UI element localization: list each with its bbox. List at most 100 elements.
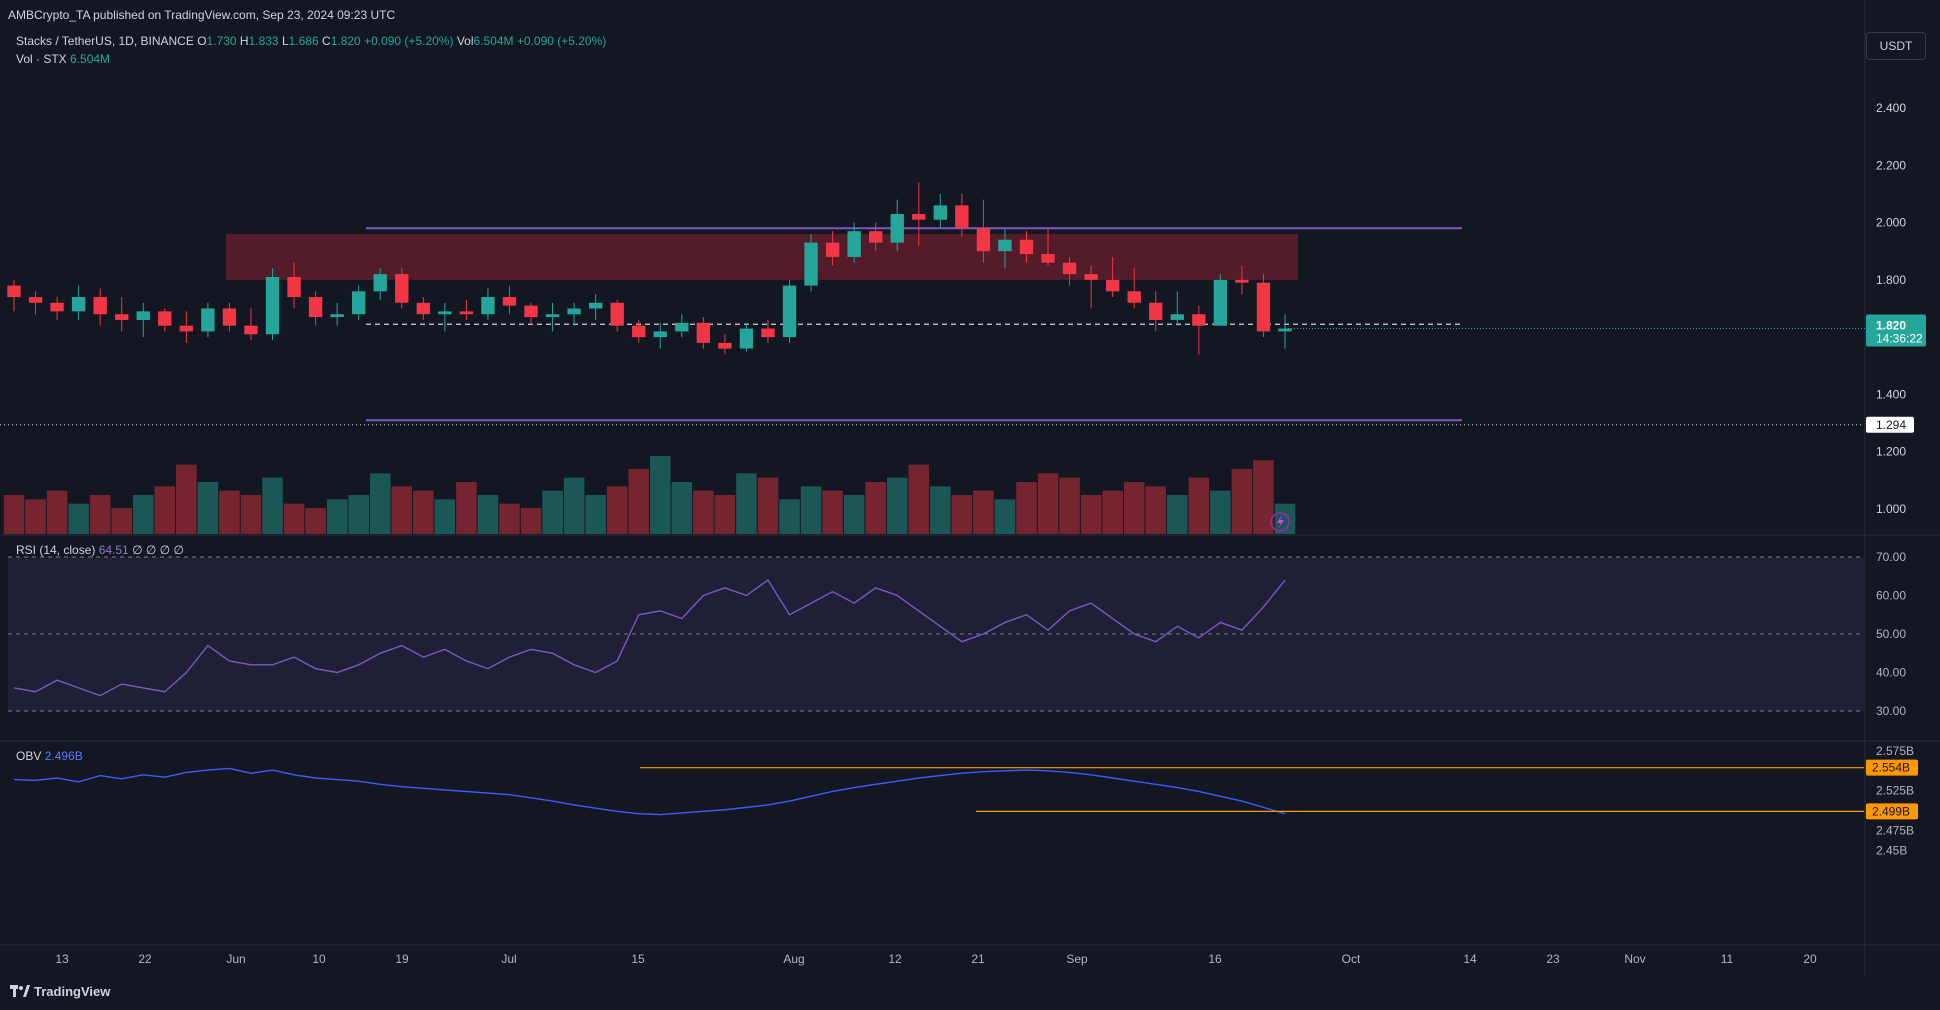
candle-body xyxy=(179,325,194,332)
time-axis-label: 13 xyxy=(55,952,69,966)
candle-body xyxy=(351,291,366,315)
volume-bar xyxy=(1210,490,1231,534)
volume-bar xyxy=(219,490,240,534)
candle-body xyxy=(782,285,797,338)
time-axis-label: 16 xyxy=(1208,952,1222,966)
time-axis-label: 22 xyxy=(138,952,152,966)
candle-body xyxy=(912,213,926,220)
candle-body xyxy=(1149,302,1163,320)
time-axis-label: 20 xyxy=(1803,952,1817,966)
rsi-axis-tick: 30.00 xyxy=(1876,704,1906,718)
candle-body xyxy=(1084,274,1098,280)
obv-axis-tick: 2.525B xyxy=(1876,784,1914,798)
price-axis-tick: 1.000 xyxy=(1876,502,1906,516)
volume-bar xyxy=(1188,477,1210,534)
candle-body xyxy=(610,302,624,326)
rsi-legend: RSI (14, close) 64.51 ∅ ∅ ∅ ∅ xyxy=(16,543,184,557)
candle-body xyxy=(545,314,560,318)
publisher-text: AMBCrypto_TA published on TradingView.co… xyxy=(8,8,396,22)
candle-body xyxy=(438,311,452,315)
time-axis-label: Oct xyxy=(1342,952,1361,966)
price-axis-tick: 1.800 xyxy=(1876,273,1906,287)
volume-bar xyxy=(542,490,563,534)
obv-level-label: 2.554B xyxy=(1872,761,1910,775)
candle-body xyxy=(1192,314,1206,326)
volume-bar xyxy=(628,469,649,534)
candle-body xyxy=(115,314,129,320)
volume-bar xyxy=(520,508,542,534)
candle-body xyxy=(1170,314,1184,320)
current-price-value: 1.820 xyxy=(1876,319,1906,333)
volume-bar xyxy=(46,490,68,534)
volume-bar xyxy=(348,495,369,534)
candle-body xyxy=(653,331,667,338)
volume-bar xyxy=(908,464,930,534)
volume-bar xyxy=(176,464,197,534)
price-axis-tick: 2.200 xyxy=(1876,158,1906,172)
volume-bar xyxy=(779,499,800,534)
candle-body xyxy=(825,242,840,257)
volume-bar xyxy=(736,473,757,534)
rsi-axis-tick: 70.00 xyxy=(1876,550,1906,564)
close-value: 1.820 xyxy=(330,34,361,48)
tradingview-footer[interactable]: TradingView xyxy=(10,984,110,999)
rsi-axis-tick: 50.00 xyxy=(1876,627,1906,641)
candle-body xyxy=(933,205,948,220)
volume-bar xyxy=(800,486,822,534)
volume-bar xyxy=(585,495,606,534)
candle-body xyxy=(265,276,280,335)
candle-body xyxy=(1019,239,1034,255)
publisher-header: AMBCrypto_TA published on TradingView.co… xyxy=(8,8,395,22)
candle-body xyxy=(761,328,775,338)
obv-line xyxy=(13,767,1286,816)
price-axis-tick: 1.200 xyxy=(1876,445,1906,459)
close-label: C xyxy=(322,34,331,48)
currency-button[interactable]: USDT xyxy=(1866,32,1926,60)
change-value: +0.090 (+5.20%) xyxy=(364,34,454,48)
volume-bar xyxy=(1167,495,1188,534)
candle-body xyxy=(1105,279,1120,292)
volume-bar xyxy=(822,490,843,534)
obv-axis-tick: 2.475B xyxy=(1876,823,1914,837)
candle-body xyxy=(459,311,474,315)
price-axis-tick: 2.000 xyxy=(1876,216,1906,230)
time-axis-label: 21 xyxy=(971,952,985,966)
volume-bar xyxy=(1059,477,1080,534)
volume-bar xyxy=(714,495,736,534)
symbol-legend: Stacks / TetherUS, 1D, BINANCE O1.730 H1… xyxy=(16,34,606,48)
volume-bar xyxy=(1231,469,1253,534)
candle-body xyxy=(718,342,732,349)
volume-bar xyxy=(456,482,477,534)
volume-bar xyxy=(499,503,520,534)
volume-bar xyxy=(563,477,585,534)
candle-body xyxy=(890,213,904,243)
volume-bar xyxy=(240,495,262,534)
volume-bar xyxy=(434,499,456,534)
volume-bar xyxy=(369,473,391,534)
volume-bar xyxy=(671,482,693,534)
candle-body xyxy=(869,231,883,243)
volume-bar xyxy=(391,486,413,534)
candle-body xyxy=(567,308,581,315)
time-axis-label: 23 xyxy=(1546,952,1560,966)
volume-bar xyxy=(650,456,671,534)
rsi-extra: ∅ ∅ ∅ ∅ xyxy=(132,543,184,557)
obv-name: OBV xyxy=(16,749,42,763)
tradingview-logo-icon xyxy=(10,985,30,997)
chart-canvas[interactable]: 2.4002.2002.0001.8001.6001.4001.2001.000… xyxy=(0,0,1940,1010)
open-label: O xyxy=(197,34,207,48)
price-axis-tick: 1.400 xyxy=(1876,387,1906,401)
candle-body xyxy=(287,276,301,298)
volume-bar xyxy=(89,495,111,534)
time-axis-label: 15 xyxy=(631,952,645,966)
footer-brand: TradingView xyxy=(34,984,111,999)
obv-value: 2.496B xyxy=(44,749,83,763)
volume-legend: Vol · STX 6.504M xyxy=(16,52,110,66)
candle-body xyxy=(93,297,107,315)
candle-body xyxy=(847,231,861,257)
candle-body xyxy=(395,274,409,303)
high-label: H xyxy=(239,34,249,48)
time-axis-label: 14 xyxy=(1463,952,1477,966)
rsi-axis-tick: 40.00 xyxy=(1876,666,1906,680)
candle-body xyxy=(244,325,258,335)
